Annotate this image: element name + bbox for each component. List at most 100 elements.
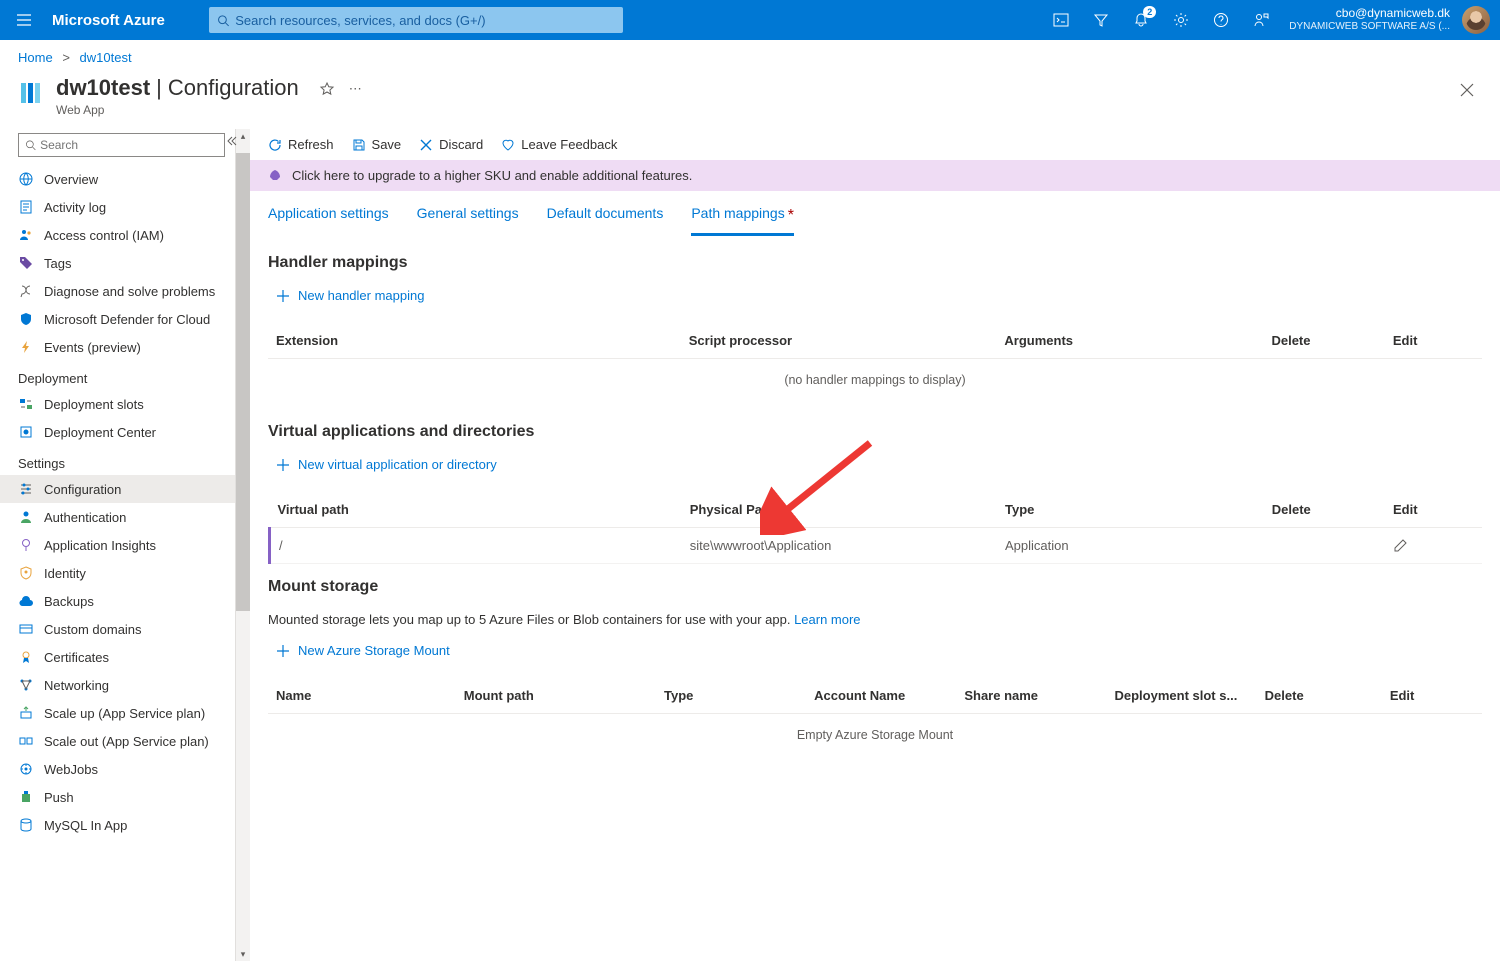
heart-icon <box>501 138 515 152</box>
search-icon <box>217 14 229 27</box>
feedback-button[interactable] <box>1241 0 1281 40</box>
tab-path-mappings[interactable]: Path mappings* <box>691 205 794 236</box>
sidebar-list: Overview Activity log Access control (IA… <box>0 165 235 961</box>
sidebar-item-scale-up[interactable]: Scale up (App Service plan) <box>0 699 235 727</box>
sidebar-item-label: Scale up (App Service plan) <box>44 706 205 721</box>
breadcrumb-current[interactable]: dw10test <box>80 50 132 65</box>
sidebar-item-events[interactable]: Events (preview) <box>0 333 235 361</box>
save-button[interactable]: Save <box>352 137 402 152</box>
tab-general-settings[interactable]: General settings <box>417 205 519 236</box>
close-blade-button[interactable] <box>1452 75 1482 105</box>
sidebar-item-backups[interactable]: Backups <box>0 587 235 615</box>
page-header: dw10test | Configuration Web App ⋯ <box>0 71 1500 129</box>
directories-button[interactable] <box>1081 0 1121 40</box>
sidebar-item-configuration[interactable]: Configuration <box>0 475 235 503</box>
upgrade-banner[interactable]: Click here to upgrade to a higher SKU an… <box>250 160 1500 191</box>
cloud-shell-button[interactable] <box>1041 0 1081 40</box>
global-search[interactable] <box>209 7 623 33</box>
scroll-up-icon[interactable]: ▴ <box>236 129 250 143</box>
webapp-icon <box>18 79 46 107</box>
avatar[interactable] <box>1462 6 1490 34</box>
slots-icon <box>18 396 34 412</box>
discard-button[interactable]: Discard <box>419 137 483 152</box>
sidebar-item-tags[interactable]: Tags <box>0 249 235 277</box>
pin-button[interactable] <box>319 81 335 97</box>
sidebar: Overview Activity log Access control (IA… <box>0 129 235 961</box>
domain-icon <box>18 621 34 637</box>
cell-physical-path: site\wwwroot\Application <box>682 528 997 564</box>
person-icon <box>18 509 34 525</box>
tab-default-documents[interactable]: Default documents <box>547 205 664 236</box>
sidebar-item-label: Authentication <box>44 510 126 525</box>
table-row[interactable]: / site\wwwroot\Application Application <box>270 528 1483 564</box>
button-label: Discard <box>439 137 483 152</box>
sidebar-item-activity-log[interactable]: Activity log <box>0 193 235 221</box>
brand-label[interactable]: Microsoft Azure <box>52 12 165 29</box>
topbar: Microsoft Azure 2 cbo@dynamicweb.dk DYNA… <box>0 0 1500 40</box>
sidebar-search[interactable] <box>18 133 225 157</box>
database-icon <box>18 817 34 833</box>
button-label: Leave Feedback <box>521 137 617 152</box>
global-search-input[interactable] <box>235 13 615 28</box>
scroll-down-icon[interactable]: ▾ <box>236 947 250 961</box>
sidebar-item-deployment-center[interactable]: Deployment Center <box>0 418 235 446</box>
scrollbar-thumb[interactable] <box>236 153 250 611</box>
tab-label: Path mappings <box>691 205 784 221</box>
col-type: Type <box>656 680 806 714</box>
breadcrumb-home[interactable]: Home <box>18 50 53 65</box>
sidebar-item-identity[interactable]: Identity <box>0 559 235 587</box>
gear-icon <box>1173 12 1189 28</box>
rocket-icon <box>268 169 282 183</box>
sidebar-item-mysql[interactable]: MySQL In App <box>0 811 235 839</box>
sidebar-item-access-control[interactable]: Access control (IAM) <box>0 221 235 249</box>
tab-application-settings[interactable]: Application settings <box>268 205 389 236</box>
sliders-icon <box>18 481 34 497</box>
sidebar-item-diagnose[interactable]: Diagnose and solve problems <box>0 277 235 305</box>
account-info[interactable]: cbo@dynamicweb.dk DYNAMICWEB SOFTWARE A/… <box>1281 7 1462 33</box>
insights-icon <box>18 537 34 553</box>
scale-up-icon <box>18 705 34 721</box>
learn-more-link[interactable]: Learn more <box>794 612 860 627</box>
sidebar-item-push[interactable]: Push <box>0 783 235 811</box>
sidebar-item-label: Diagnose and solve problems <box>44 284 215 299</box>
sidebar-item-authentication[interactable]: Authentication <box>0 503 235 531</box>
notifications-button[interactable]: 2 <box>1121 0 1161 40</box>
backup-icon <box>18 593 34 609</box>
edit-row-button[interactable] <box>1393 539 1474 553</box>
add-handler-mapping-button[interactable]: New handler mapping <box>268 284 424 307</box>
add-storage-mount-button[interactable]: New Azure Storage Mount <box>268 639 450 662</box>
more-button[interactable]: ⋯ <box>349 81 363 97</box>
settings-button[interactable] <box>1161 0 1201 40</box>
hamburger-menu[interactable] <box>0 0 48 40</box>
virtual-apps-section: Virtual applications and directories New… <box>250 405 1500 568</box>
sidebar-collapse-button[interactable] <box>226 135 238 147</box>
sidebar-item-deployment-slots[interactable]: Deployment slots <box>0 390 235 418</box>
people-icon <box>18 227 34 243</box>
sidebar-item-networking[interactable]: Networking <box>0 671 235 699</box>
cell-delete <box>1264 528 1385 564</box>
help-button[interactable] <box>1201 0 1241 40</box>
sidebar-scrollbar[interactable]: ▴ ▾ <box>235 129 250 961</box>
sidebar-item-certificates[interactable]: Certificates <box>0 643 235 671</box>
account-email: cbo@dynamicweb.dk <box>1289 7 1450 20</box>
help-icon <box>1213 12 1229 28</box>
cloud-shell-icon <box>1053 12 1069 28</box>
feedback-button[interactable]: Leave Feedback <box>501 137 617 152</box>
sidebar-item-overview[interactable]: Overview <box>0 165 235 193</box>
sidebar-item-scale-out[interactable]: Scale out (App Service plan) <box>0 727 235 755</box>
discard-icon <box>419 138 433 152</box>
sidebar-item-app-insights[interactable]: Application Insights <box>0 531 235 559</box>
button-label: Refresh <box>288 137 334 152</box>
col-mount-path: Mount path <box>456 680 656 714</box>
add-virtual-app-button[interactable]: New virtual application or directory <box>268 453 497 476</box>
banner-text: Click here to upgrade to a higher SKU an… <box>292 168 692 183</box>
sidebar-item-label: Scale out (App Service plan) <box>44 734 209 749</box>
hamburger-icon <box>16 12 32 28</box>
sidebar-search-input[interactable] <box>40 138 218 152</box>
sidebar-item-custom-domains[interactable]: Custom domains <box>0 615 235 643</box>
refresh-button[interactable]: Refresh <box>268 137 334 152</box>
col-delete: Delete <box>1263 325 1384 359</box>
sidebar-item-defender[interactable]: Microsoft Defender for Cloud <box>0 305 235 333</box>
sidebar-item-label: Networking <box>44 678 109 693</box>
sidebar-item-webjobs[interactable]: WebJobs <box>0 755 235 783</box>
